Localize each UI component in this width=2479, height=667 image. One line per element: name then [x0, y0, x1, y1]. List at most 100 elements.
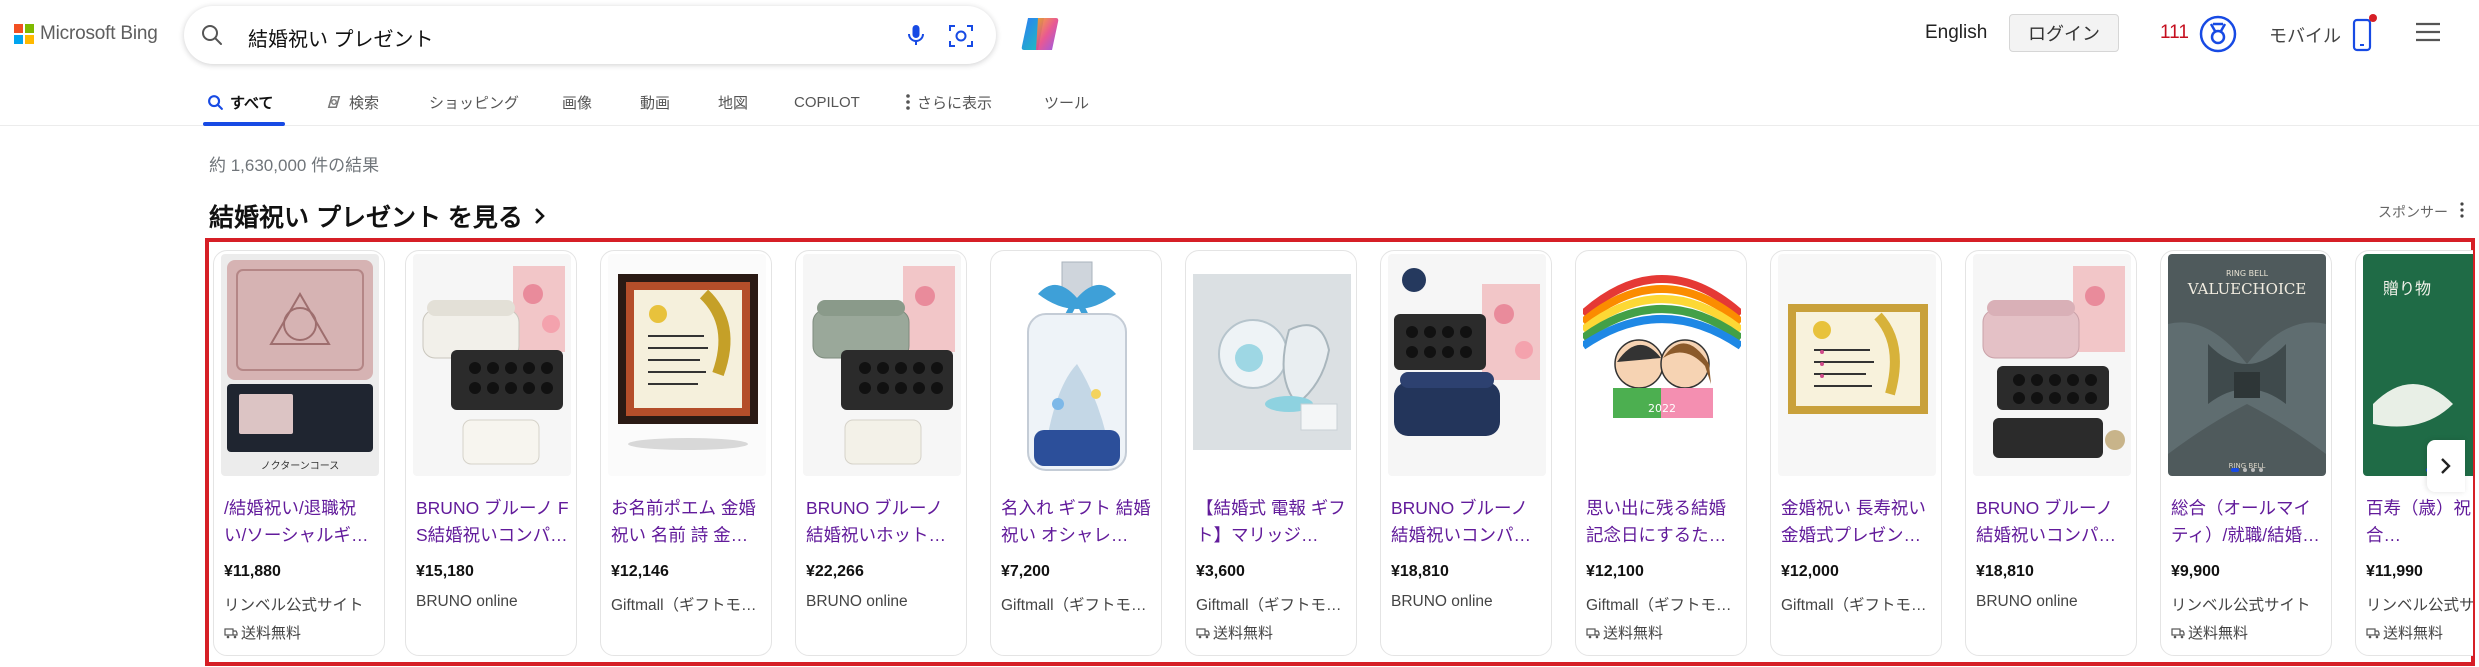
tab-copilot[interactable]: COPILOT — [794, 78, 860, 126]
shopping-section-title[interactable]: 結婚祝い プレゼント を見る — [209, 198, 547, 234]
result-count: 約 1,630,000 件の結果 — [209, 156, 380, 175]
product-card[interactable]: 2022 思い出に残る結婚記念日にするための… ¥12,100 Giftmall… — [1575, 250, 1747, 656]
product-title[interactable]: 金婚祝い 長寿祝い 金婚式プレゼント… — [1781, 495, 1935, 551]
search-icon[interactable] — [200, 23, 224, 47]
product-seller: BRUNO online — [806, 593, 908, 610]
product-image — [608, 254, 766, 476]
product-seller: BRUNO online — [1391, 593, 1493, 610]
logo-text: Microsoft Bing — [40, 23, 158, 44]
product-image — [1388, 254, 1546, 476]
tab-images[interactable]: 画像 — [562, 78, 592, 126]
hamburger-menu-icon[interactable] — [2414, 20, 2442, 44]
tab-maps[interactable]: 地図 — [718, 78, 748, 126]
product-seller: リンベル公式サイト — [2366, 597, 2473, 614]
rewards-count[interactable]: 111 — [2160, 22, 2189, 44]
chevron-right-icon — [533, 206, 547, 226]
tab-label: すべて — [230, 94, 274, 112]
bing-logo[interactable]: Microsoft Bing — [14, 22, 158, 46]
product-image: 2022 — [1583, 254, 1741, 476]
product-title[interactable]: お名前ポエム 金婚祝い 名前 詩 金婚式… — [611, 495, 765, 551]
product-card[interactable]: BRUNO ブルーノ 結婚祝いコンパクト… ¥18,810 BRUNO onli… — [1965, 250, 2137, 656]
shipping-label: 送料無料 — [241, 625, 302, 642]
product-image — [413, 254, 571, 476]
rewards-icon[interactable] — [2199, 15, 2237, 53]
visual-search-icon[interactable] — [948, 23, 974, 49]
product-title[interactable]: BRUNO ブルーノ FS結婚祝いコンパクト… — [416, 495, 570, 551]
login-button[interactable]: ログイン — [2009, 14, 2119, 52]
truck-icon — [1196, 627, 1210, 638]
product-seller: Giftmall（ギフトモール） — [1586, 597, 1740, 614]
shipping-info: 送料無料 — [1196, 622, 1273, 643]
product-card[interactable]: BRUNO ブルーノ FS結婚祝いコンパクト… ¥15,180 BRUNO on… — [405, 250, 577, 656]
product-seller: Giftmall（ギフトモール） — [611, 597, 765, 614]
copilot-icon[interactable] — [1018, 12, 1062, 56]
tab-search[interactable]: 検索 — [325, 78, 379, 126]
product-price: ¥18,810 — [1391, 563, 1449, 580]
more-vertical-icon — [905, 93, 911, 111]
tab-label: 検索 — [349, 94, 380, 112]
tab-videos[interactable]: 動画 — [640, 78, 670, 126]
truck-icon — [2366, 627, 2380, 638]
shipping-info: 送料無料 — [224, 622, 301, 643]
product-image — [1193, 254, 1351, 476]
copilot-search-icon — [325, 93, 343, 111]
more-options-icon[interactable] — [2459, 200, 2465, 220]
product-price: ¥15,180 — [416, 563, 474, 580]
shipping-label: 送料無料 — [1603, 625, 1664, 642]
product-image — [1778, 254, 1936, 476]
product-card[interactable]: ノクターンコース /結婚祝い/退職祝い/ソーシャルギフト… ¥11,880 リン… — [213, 250, 385, 656]
shipping-info: 送料無料 — [2171, 622, 2248, 643]
product-card[interactable]: BRUNO ブルーノ 結婚祝いホットプレート… ¥22,266 BRUNO on… — [795, 250, 967, 656]
product-card[interactable]: 金婚祝い 長寿祝い 金婚式プレゼント… ¥12,000 Giftmall（ギフト… — [1770, 250, 1942, 656]
product-title[interactable]: 百寿（歳）祝い/総合… — [2366, 495, 2473, 551]
language-link[interactable]: English — [1925, 22, 1987, 44]
product-title[interactable]: /結婚祝い/退職祝い/ソーシャルギフト… — [224, 495, 378, 551]
product-title[interactable]: 名入れ ギフト 結婚祝い オシャレ… — [1001, 495, 1155, 551]
search-input[interactable]: 結婚祝い プレゼント — [248, 23, 434, 52]
image-title-text: 贈り物 — [2383, 279, 2431, 298]
search-icon — [207, 94, 224, 111]
carousel-next-button[interactable] — [2427, 440, 2465, 492]
tab-more[interactable]: さらに表示 — [905, 78, 992, 126]
product-price: ¥3,600 — [1196, 563, 1245, 580]
tab-tools[interactable]: ツール — [1044, 78, 1089, 126]
product-title[interactable]: 【結婚式 電報 ギフト】マリッジ… — [1196, 495, 1350, 551]
tab-all[interactable]: すべて — [207, 78, 273, 126]
tab-shopping[interactable]: ショッピング — [429, 78, 519, 126]
product-card[interactable]: お名前ポエム 金婚祝い 名前 詩 金婚式… ¥12,146 Giftmall（ギ… — [600, 250, 772, 656]
shipping-label: 送料無料 — [2383, 625, 2444, 642]
truck-icon — [224, 627, 238, 638]
sponsor-label: スポンサー — [2378, 204, 2448, 220]
product-title[interactable]: 総合（オールマイティ）/就職/結婚祝い… — [2171, 495, 2325, 551]
tab-label: さらに表示 — [917, 94, 993, 112]
microsoft-logo-icon — [14, 24, 34, 44]
product-price: ¥12,146 — [611, 563, 669, 580]
product-card[interactable]: 【結婚式 電報 ギフト】マリッジ… ¥3,600 Giftmall（ギフトモール… — [1185, 250, 1357, 656]
product-card[interactable]: BRUNO ブルーノ 結婚祝いコンパクト… ¥18,810 BRUNO onli… — [1380, 250, 1552, 656]
product-image — [1973, 254, 2131, 476]
header: Microsoft Bing 結婚祝い プレゼント English ログイン 1… — [0, 0, 2479, 68]
svg-text:ノクターンコース: ノクターンコース — [261, 460, 340, 472]
product-title[interactable]: 思い出に残る結婚記念日にするための… — [1586, 495, 1740, 551]
product-title[interactable]: BRUNO ブルーノ 結婚祝いコンパクト… — [1391, 495, 1545, 551]
product-card[interactable]: 名入れ ギフト 結婚祝い オシャレ… ¥7,200 Giftmall（ギフトモー… — [990, 250, 1162, 656]
product-image — [803, 254, 961, 476]
shipping-info: 送料無料 — [1586, 622, 1663, 643]
product-price: ¥12,100 — [1586, 563, 1644, 580]
microphone-icon[interactable] — [904, 23, 928, 47]
tab-label: 画像 — [562, 94, 593, 112]
product-price: ¥18,810 — [1976, 563, 2034, 580]
product-card[interactable]: RING BELL VALUECHOICE RING BELL 総合（オールマイ… — [2160, 250, 2332, 656]
carousel-dots — [2231, 468, 2263, 472]
product-title[interactable]: BRUNO ブルーノ 結婚祝いホットプレート… — [806, 495, 960, 551]
product-image: RING BELL VALUECHOICE RING BELL — [2168, 254, 2326, 476]
search-box[interactable]: 結婚祝い プレゼント — [184, 6, 996, 64]
product-carousel: ノクターンコース /結婚祝い/退職祝い/ソーシャルギフト… ¥11,880 リン… — [213, 250, 2473, 658]
truck-icon — [2171, 627, 2185, 638]
image-brand-text: RING BELL — [2226, 269, 2269, 278]
phone-icon[interactable] — [2349, 12, 2379, 54]
svg-text:2022: 2022 — [1648, 402, 1676, 415]
product-seller: リンベル公式サイト — [2171, 597, 2311, 614]
product-title[interactable]: BRUNO ブルーノ 結婚祝いコンパクト… — [1976, 495, 2130, 551]
mobile-label[interactable]: モバイル — [2269, 22, 2341, 48]
